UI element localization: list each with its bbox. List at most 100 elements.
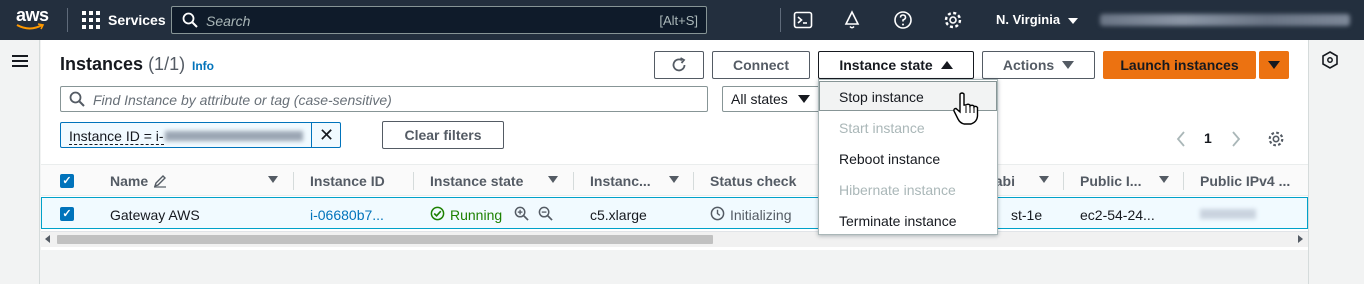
- region-label: N. Virginia: [996, 12, 1061, 27]
- services-grid-icon: [82, 11, 100, 29]
- cell-name: Gateway AWS: [110, 207, 200, 223]
- settings-gear-icon[interactable]: [943, 10, 963, 30]
- states-select-value: All states: [731, 91, 788, 107]
- sort-caret-icon[interactable]: [268, 176, 278, 183]
- info-link[interactable]: Info: [192, 59, 214, 73]
- page-title: Instances (1/1): [60, 54, 185, 75]
- clear-filters-button[interactable]: Clear filters: [382, 121, 504, 149]
- caret-down-icon: [797, 95, 810, 103]
- chevron-left-icon[interactable]: [1175, 131, 1187, 147]
- chevron-right-icon[interactable]: [1230, 131, 1242, 147]
- global-search-placeholder: Search: [206, 13, 251, 29]
- topbar-divider: [67, 8, 68, 32]
- column-divider[interactable]: [293, 172, 294, 190]
- filter-placeholder: Find Instance by attribute or tag (case-…: [93, 92, 392, 108]
- cell-instance-id-link[interactable]: i-06680b7...: [310, 207, 384, 223]
- instance-filter-input[interactable]: Find Instance by attribute or tag (case-…: [60, 86, 708, 112]
- launch-instances-button[interactable]: Launch instances: [1103, 51, 1256, 79]
- column-header-name[interactable]: Name: [110, 173, 148, 189]
- notifications-bell-icon[interactable]: [842, 10, 862, 30]
- column-header-public-dns[interactable]: Public I...: [1080, 173, 1141, 189]
- connect-label: Connect: [733, 57, 789, 73]
- page-title-text: Instances: [60, 54, 144, 74]
- cell-instance-type: c5.xlarge: [590, 207, 647, 223]
- help-icon[interactable]: [893, 10, 913, 30]
- redacted-public-ipv4: [1200, 209, 1256, 219]
- top-navigation-bar: aws Services Search [Alt+S] N. Virginia: [0, 0, 1364, 40]
- aws-logo[interactable]: aws: [16, 6, 52, 34]
- menu-item-terminate-instance[interactable]: Terminate instance: [819, 205, 997, 235]
- actions-label: Actions: [1002, 57, 1055, 73]
- page-background: [41, 250, 1308, 284]
- caret-down-icon: [1268, 61, 1280, 69]
- states-select[interactable]: All states: [722, 86, 822, 112]
- column-header-instance-type[interactable]: Instanc...: [590, 173, 651, 189]
- cell-availability-zone: st-1e: [1011, 207, 1043, 223]
- sort-caret-icon[interactable]: [548, 176, 558, 183]
- zoom-out-icon[interactable]: [538, 206, 553, 221]
- chevron-down-icon: [1067, 17, 1078, 24]
- remove-filter-icon[interactable]: ✕: [311, 123, 341, 147]
- table-preferences-gear-icon[interactable]: [1267, 130, 1285, 148]
- zoom-in-icon[interactable]: [514, 206, 529, 221]
- search-shortcut-hint: [Alt+S]: [659, 13, 698, 28]
- filter-token: Instance ID = i- ✕: [60, 122, 341, 148]
- column-divider[interactable]: [413, 172, 414, 190]
- column-divider[interactable]: [693, 172, 694, 190]
- column-divider[interactable]: [1183, 172, 1184, 190]
- select-all-checkbox[interactable]: ✓: [60, 174, 74, 188]
- filter-token-label[interactable]: Instance ID = i-: [69, 128, 164, 145]
- column-header-public-ipv4[interactable]: Public IPv4 ...: [1200, 173, 1290, 189]
- refresh-icon: [672, 57, 686, 72]
- running-status-icon: [430, 206, 445, 221]
- account-menu-redacted[interactable]: [1100, 14, 1350, 26]
- left-navigation-rail: [0, 40, 40, 284]
- column-header-instance-id[interactable]: Instance ID: [310, 173, 385, 189]
- table-header: ✓ Name Instance ID Instance state Instan…: [41, 164, 1308, 196]
- connect-button[interactable]: Connect: [712, 51, 810, 79]
- column-header-instance-state[interactable]: Instance state: [430, 173, 523, 189]
- aws-smile-icon: [16, 23, 45, 30]
- caret-down-icon: [1062, 61, 1075, 69]
- launch-instances-label: Launch instances: [1120, 57, 1239, 73]
- region-selector[interactable]: N. Virginia: [996, 12, 1078, 27]
- sort-caret-icon[interactable]: [669, 176, 679, 183]
- table-row[interactable]: ✓ Gateway AWS i-06680b7... Running c5.xl…: [41, 197, 1308, 229]
- global-search-input[interactable]: Search [Alt+S]: [171, 6, 707, 34]
- instance-state-label: Instance state: [839, 57, 933, 73]
- cell-public-dns: ec2-54-24...: [1080, 207, 1155, 223]
- instance-state-dropdown-button[interactable]: Instance state: [818, 51, 974, 79]
- clear-filters-label: Clear filters: [404, 127, 482, 143]
- sort-caret-icon[interactable]: [1039, 176, 1049, 183]
- caret-up-icon: [940, 61, 953, 69]
- topbar-divider: [780, 8, 781, 32]
- sort-caret-icon[interactable]: [1159, 176, 1169, 183]
- edit-pencil-icon: [153, 175, 166, 188]
- cell-instance-state: Running: [450, 207, 503, 223]
- hexagon-tools-icon[interactable]: [1322, 51, 1338, 69]
- column-header-status-check[interactable]: Status check: [710, 173, 796, 189]
- scroll-right-arrow-icon[interactable]: [1298, 235, 1303, 243]
- column-divider[interactable]: [573, 172, 574, 190]
- horizontal-scrollbar[interactable]: [41, 231, 1308, 247]
- launch-instances-split-button[interactable]: [1259, 51, 1289, 79]
- search-icon: [69, 91, 85, 107]
- menu-item-hibernate-instance: Hibernate instance: [839, 182, 956, 198]
- page-number[interactable]: 1: [1204, 130, 1212, 146]
- hand-pointer-cursor-icon: [953, 92, 979, 125]
- cloudshell-icon[interactable]: [793, 10, 813, 30]
- actions-dropdown-button[interactable]: Actions: [982, 51, 1095, 79]
- refresh-button[interactable]: [654, 51, 704, 79]
- hamburger-menu-icon[interactable]: [12, 55, 28, 67]
- menu-item-reboot-instance[interactable]: Reboot instance: [819, 143, 997, 173]
- scrollbar-thumb[interactable]: [57, 235, 713, 244]
- column-divider[interactable]: [1063, 172, 1064, 190]
- right-tools-rail: [1308, 40, 1364, 284]
- services-label: Services: [108, 12, 166, 28]
- instance-count: (1/1): [148, 54, 186, 74]
- row-checkbox[interactable]: ✓: [60, 207, 74, 221]
- cell-status-check: Initializing: [730, 207, 792, 223]
- search-icon: [182, 12, 198, 28]
- scroll-left-arrow-icon[interactable]: [45, 235, 50, 243]
- services-menu-button[interactable]: Services: [82, 11, 166, 29]
